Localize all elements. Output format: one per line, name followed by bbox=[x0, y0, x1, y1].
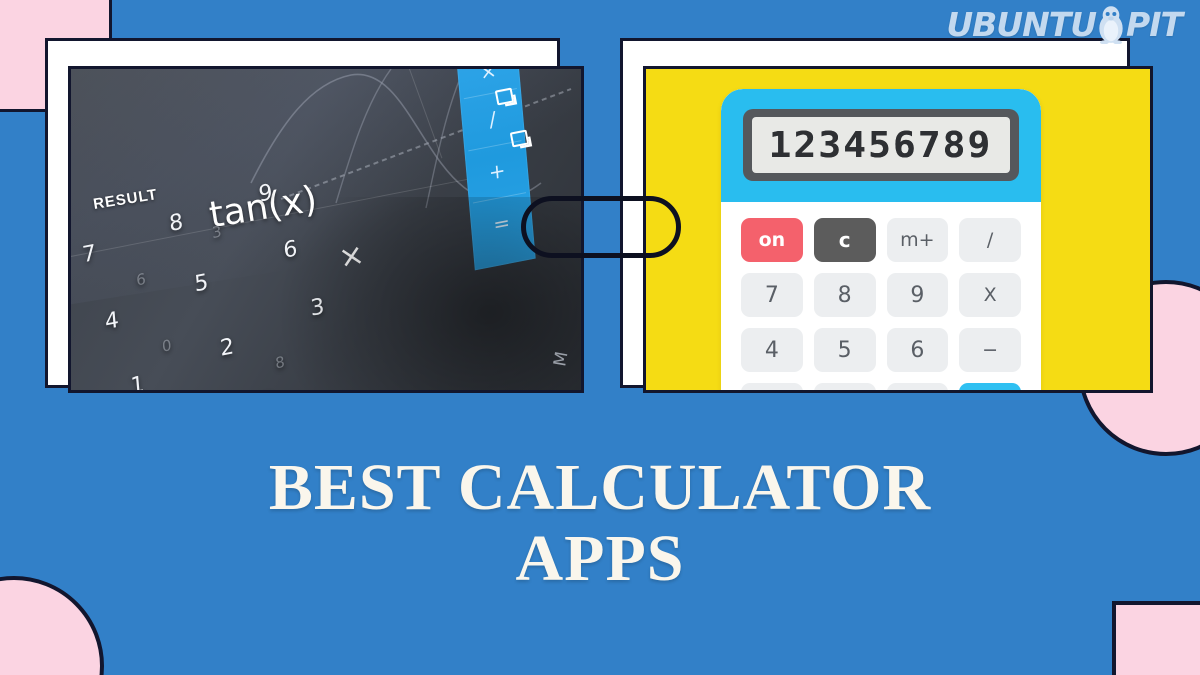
scientific-calculator-photo: RESULT tan(x) × 7 8 9 4 5 6 1 2 3 0 3 6 … bbox=[68, 66, 584, 393]
button-equals[interactable] bbox=[959, 383, 1021, 390]
lcd-bezel: 123456789 bbox=[743, 109, 1019, 181]
button-1[interactable]: 1 bbox=[741, 383, 803, 390]
key-5[interactable]: 5 bbox=[194, 270, 210, 298]
key-ghost-0: 0 bbox=[161, 335, 173, 356]
flat-calculator-illustration: 123456789 on c m+ / 7 8 9 X 4 5 6 − 1 2 … bbox=[643, 66, 1153, 393]
pill-outline-connector bbox=[521, 196, 681, 258]
tux-penguin-icon bbox=[1099, 6, 1123, 44]
button-divide[interactable]: / bbox=[959, 218, 1021, 262]
pink-square-bottom-right bbox=[1112, 601, 1200, 675]
key-ghost-3: 3 bbox=[211, 222, 223, 243]
button-2[interactable]: 2 bbox=[813, 383, 876, 390]
logo-word-pit: PIT bbox=[1126, 4, 1183, 44]
button-3[interactable]: 3 bbox=[886, 383, 949, 390]
key-4[interactable]: 4 bbox=[104, 308, 120, 336]
operator-plus[interactable]: + bbox=[466, 153, 529, 189]
memory-store-icon-1[interactable] bbox=[494, 87, 515, 106]
calculator-body: 123456789 on c m+ / 7 8 9 X 4 5 6 − 1 2 … bbox=[721, 89, 1041, 390]
lcd-display-value: 123456789 bbox=[769, 124, 993, 166]
button-8[interactable]: 8 bbox=[813, 273, 876, 317]
button-5[interactable]: 5 bbox=[813, 328, 876, 372]
lcd-screen: 123456789 bbox=[752, 117, 1010, 173]
key-8[interactable]: 8 bbox=[168, 209, 184, 237]
key-ghost-6: 6 bbox=[135, 269, 147, 290]
page-title: BEST CALCULATOR APPS bbox=[0, 452, 1200, 595]
calculator-top-panel: 123456789 bbox=[721, 89, 1041, 202]
operator-multiply[interactable]: × bbox=[457, 69, 520, 89]
button-9[interactable]: 9 bbox=[886, 273, 949, 317]
key-9[interactable]: 9 bbox=[258, 180, 274, 208]
button-minus[interactable]: − bbox=[959, 328, 1021, 372]
page-title-line-2: APPS bbox=[515, 522, 685, 596]
key-7[interactable]: 7 bbox=[81, 241, 97, 269]
button-clear[interactable]: c bbox=[813, 218, 876, 262]
logo-word-ubuntu: UBUNTU bbox=[946, 4, 1097, 44]
ubuntupit-logo[interactable]: UBUNTU PIT bbox=[946, 4, 1183, 44]
calculator-keypad[interactable]: on c m+ / 7 8 9 X 4 5 6 − 1 2 3 bbox=[721, 202, 1041, 390]
button-4[interactable]: 4 bbox=[741, 328, 803, 372]
key-2[interactable]: 2 bbox=[219, 334, 235, 362]
button-memory-plus[interactable]: m+ bbox=[886, 218, 949, 262]
page-title-line-1: BEST CALCULATOR bbox=[268, 451, 932, 524]
button-7[interactable]: 7 bbox=[741, 273, 803, 317]
button-6[interactable]: 6 bbox=[886, 328, 949, 372]
button-multiply[interactable]: X bbox=[959, 273, 1021, 317]
button-on[interactable]: on bbox=[741, 218, 803, 262]
memory-store-icon-2[interactable] bbox=[509, 129, 530, 148]
key-1[interactable]: 1 bbox=[130, 372, 146, 390]
